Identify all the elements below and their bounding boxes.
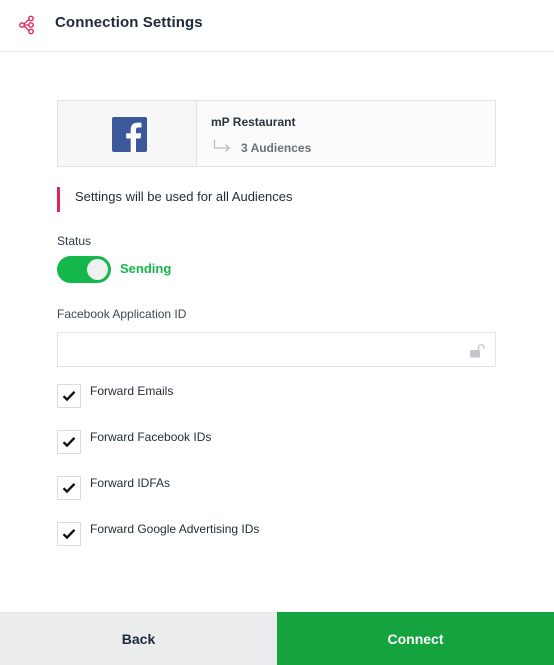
connector-card: mP Restaurant 3 Audiences xyxy=(57,100,496,167)
forward-idfas-label: Forward IDFAs xyxy=(90,476,171,490)
return-arrow-icon xyxy=(213,139,231,153)
checkmark-icon xyxy=(62,390,76,402)
audience-count: 3 Audiences xyxy=(241,141,312,155)
unlocked-padlock-icon[interactable] xyxy=(469,344,485,358)
checkmark-icon xyxy=(62,482,76,494)
forward-emails-checkbox[interactable] xyxy=(57,384,81,408)
checkmark-icon xyxy=(62,436,76,448)
app-id-input[interactable] xyxy=(58,333,495,366)
modal-title: Connection Settings xyxy=(55,14,203,31)
forward-facebook-ids-option[interactable]: Forward Facebook IDs xyxy=(57,430,477,454)
forward-facebook-ids-checkbox[interactable] xyxy=(57,430,81,454)
back-button[interactable]: Back xyxy=(0,612,277,665)
forward-facebook-ids-label: Forward Facebook IDs xyxy=(90,430,212,444)
forward-google-ad-ids-option[interactable]: Forward Google Advertising IDs xyxy=(57,522,477,546)
status-toggle[interactable] xyxy=(57,256,111,283)
checkmark-icon xyxy=(62,528,76,540)
app-id-label: Facebook Application ID xyxy=(57,307,187,321)
connect-button[interactable]: Connect xyxy=(277,612,554,665)
connector-logo-cell xyxy=(58,101,197,166)
modal-header: Connection Settings xyxy=(0,0,554,52)
toggle-knob xyxy=(87,259,108,280)
forward-google-ad-ids-label: Forward Google Advertising IDs xyxy=(90,522,260,536)
forward-emails-option[interactable]: Forward Emails xyxy=(57,384,477,408)
facebook-logo xyxy=(112,117,147,152)
settings-notice: Settings will be used for all Audiences xyxy=(57,187,457,212)
forward-emails-label: Forward Emails xyxy=(90,384,174,398)
forward-google-ad-ids-checkbox[interactable] xyxy=(57,522,81,546)
forward-idfas-option[interactable]: Forward IDFAs xyxy=(57,476,477,500)
app-id-field-wrapper xyxy=(57,332,496,367)
connector-name: mP Restaurant xyxy=(211,115,296,129)
forward-idfas-checkbox[interactable] xyxy=(57,476,81,500)
modal-footer: Back Connect xyxy=(0,612,554,665)
connection-nodes-icon xyxy=(19,15,35,35)
status-value: Sending xyxy=(120,261,172,276)
status-label: Status xyxy=(57,234,92,248)
